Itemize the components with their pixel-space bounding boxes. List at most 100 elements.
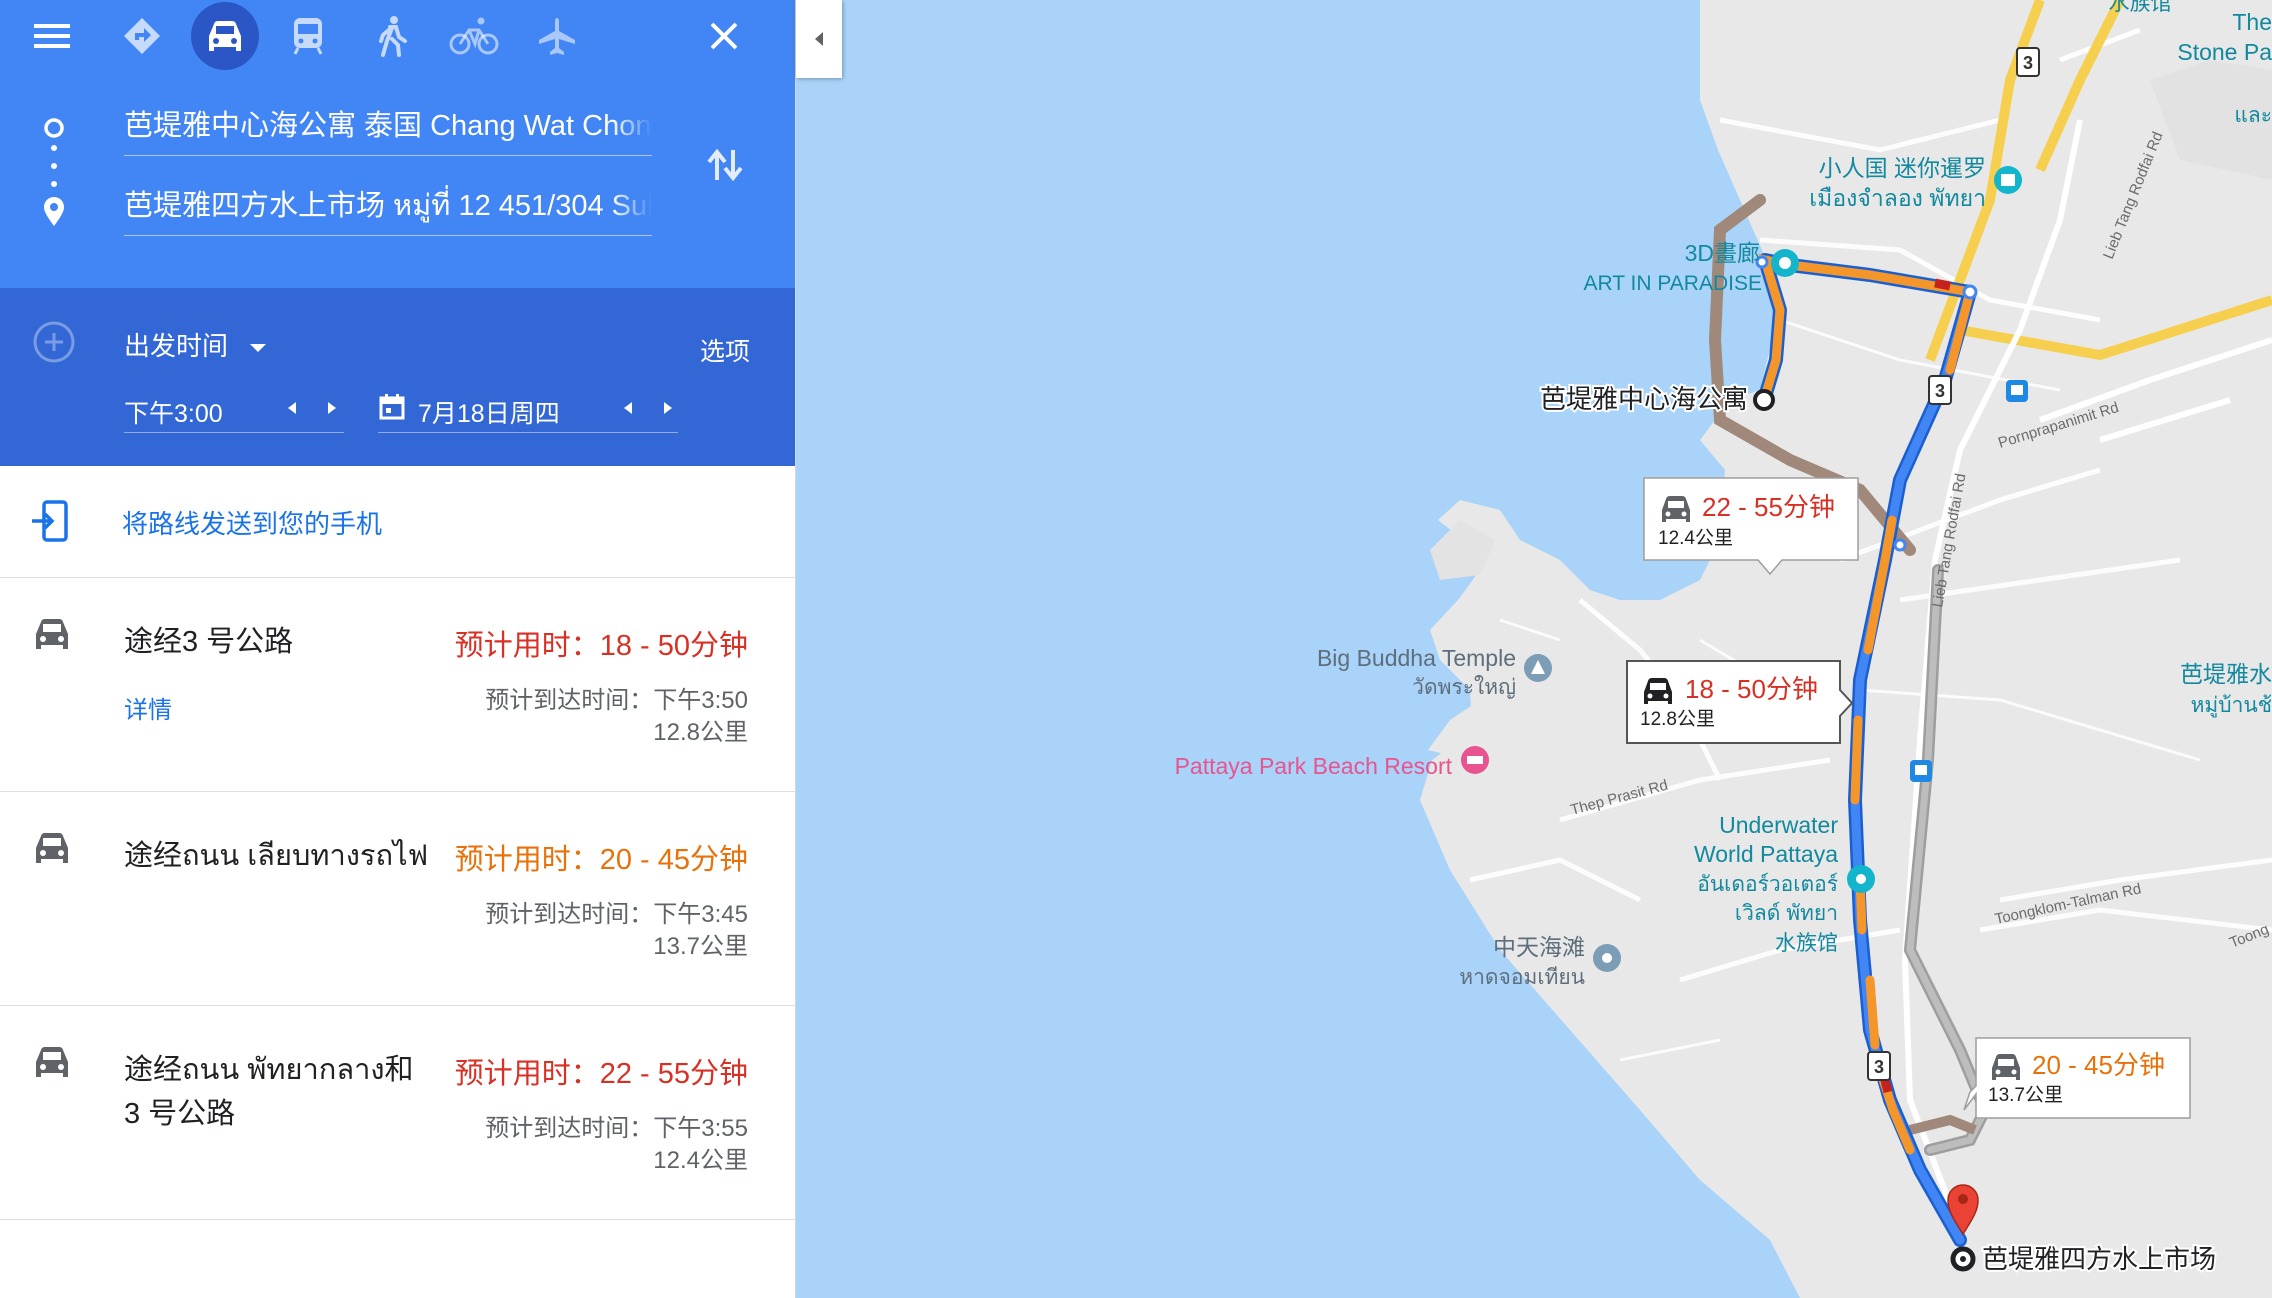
mode-flight-button[interactable]	[523, 2, 591, 70]
destination-input[interactable]: 芭堤雅四方水上市场 หมู่ที่ 12 451/304 Sukhumvit R…	[124, 182, 652, 236]
route-name: 途经ถนน เลียบทางรถไฟ	[124, 840, 429, 872]
route-option[interactable]: 途经ถนน พัทยากลาง和3 号公路 预计用时：22 - 55分钟 预计到…	[0, 1006, 795, 1220]
origin-dot-icon	[44, 118, 64, 138]
date-next-icon[interactable]	[662, 400, 674, 416]
poi-label: และ	[2234, 104, 2272, 127]
date-prev-icon[interactable]	[622, 400, 634, 416]
route-distance: 13.7公里	[653, 933, 748, 960]
poi-label: 水族馆	[1775, 932, 1838, 955]
poi-label: 3D畫廊	[1685, 240, 1760, 266]
menu-icon	[34, 24, 70, 48]
calendar-icon	[379, 394, 405, 420]
close-icon	[710, 22, 738, 50]
callout-distance: 12.8公里	[1640, 709, 1715, 730]
flight-mode-icon	[539, 18, 575, 55]
route-callout[interactable]: 18 - 50分钟 12.8公里	[1626, 660, 1854, 744]
route-option[interactable]: 途经ถนน เลียบทางรถไฟ 预计用时：20 - 45分钟 预计到达时间…	[0, 792, 795, 1006]
car-icon	[1644, 678, 1672, 704]
route-callout[interactable]: 20 - 45分钟 13.7公里	[1963, 1037, 2191, 1119]
poi-label: หาดจอมเทียน	[1459, 966, 1585, 989]
directions-mode-icon	[124, 18, 160, 54]
transit-stop-icon	[2006, 380, 2028, 402]
route-name: 途经ถนน พัทยากลาง和3 号公路	[124, 1054, 414, 1130]
origin-input[interactable]: 芭堤雅中心海公寓 泰国 Chang Wat Chon Buri	[124, 102, 652, 156]
send-to-phone-row[interactable]: 将路线发送到您的手机	[0, 466, 795, 578]
route-shield-label: 3	[1874, 1057, 1884, 1077]
callout-distance: 12.4公里	[1658, 528, 1733, 549]
callout-time: 22 - 55分钟	[1702, 492, 1835, 522]
route-arrival: 预计到达时间：下午3:45	[485, 901, 748, 928]
car-icon	[36, 833, 68, 863]
poi-art-icon	[1771, 249, 1799, 277]
route-dots-icon	[51, 145, 57, 187]
route-details-link[interactable]: 详情	[124, 690, 172, 725]
poi-beach-icon	[1593, 944, 1621, 972]
time-next-icon[interactable]	[326, 400, 338, 416]
route-shield-label: 3	[1935, 381, 1945, 401]
route-distance: 12.8公里	[653, 719, 748, 746]
route-name: 途经3 号公路	[124, 626, 294, 658]
poi-label: The	[2232, 9, 2272, 35]
depart-time-value[interactable]: 下午3:00	[124, 394, 223, 430]
mode-transit-button[interactable]	[274, 2, 342, 70]
send-to-phone-icon	[32, 500, 68, 542]
swap-button[interactable]	[700, 140, 750, 190]
callout-distance: 13.7公里	[1988, 1085, 2063, 1106]
depart-options: 出发时间 选项 下午3:00 7月18日周四	[0, 288, 795, 466]
poi-label: 水族馆	[2109, 0, 2172, 15]
route-callout[interactable]: 22 - 55分钟 12.4公里	[1643, 477, 1859, 576]
depart-type-select[interactable]: 出发时间	[124, 326, 267, 363]
route-arrival: 预计到达时间：下午3:50	[485, 687, 748, 714]
route-duration: 预计用时：18 - 50分钟	[454, 630, 748, 662]
options-button[interactable]: 选项	[700, 332, 750, 368]
mode-walking-button[interactable]	[357, 2, 425, 70]
car-icon	[1992, 1054, 2020, 1080]
dropdown-arrow-icon	[250, 344, 267, 353]
poi-label: อันเดอร์วอเตอร์	[1697, 872, 1838, 896]
mode-best-button[interactable]	[108, 2, 176, 70]
destination-pin-icon	[44, 197, 64, 226]
walk-mode-icon	[379, 16, 407, 57]
time-prev-icon[interactable]	[286, 400, 298, 416]
bike-mode-icon	[449, 17, 499, 55]
callout-time: 18 - 50分钟	[1685, 674, 1818, 704]
close-directions-button[interactable]	[690, 2, 758, 70]
destination-label: 芭堤雅四方水上市场	[1982, 1244, 2216, 1274]
swap-icon	[707, 148, 743, 182]
route-shield-label: 3	[2023, 53, 2033, 73]
poi-label: วัดพระใหญ่	[1412, 675, 1516, 699]
poi-aquarium-icon	[1847, 865, 1875, 893]
route-distance: 12.4公里	[653, 1147, 748, 1174]
send-to-phone-label[interactable]: 将路线发送到您的手机	[122, 504, 382, 541]
directions-header: 芭堤雅中心海公寓 泰国 Chang Wat Chon Buri 芭堤雅四方水上市…	[0, 0, 795, 288]
poi-hotel-icon	[1461, 746, 1489, 774]
poi-label: World Pattaya	[1694, 841, 1838, 867]
depart-date-value[interactable]: 7月18日周四	[418, 394, 560, 430]
chevron-left-icon	[815, 32, 823, 46]
poi-label: ART IN PARADISE	[1583, 272, 1762, 295]
poi-label: หมู่บ้านช้	[2191, 694, 2272, 718]
poi-label: Underwater	[1719, 812, 1838, 838]
transit-mode-icon	[293, 18, 323, 55]
route-duration: 预计用时：20 - 45分钟	[454, 844, 748, 876]
poi-label: เวิลด์ พัทยา	[1735, 901, 1838, 925]
add-stop-icon[interactable]	[32, 320, 76, 364]
poi-label: 芭堤雅水	[2180, 661, 2272, 687]
menu-button[interactable]	[18, 2, 86, 70]
poi-label: 中天海滩	[1493, 934, 1585, 960]
mode-driving-button[interactable]	[191, 2, 259, 70]
route-option[interactable]: 途经3 号公路 预计用时：18 - 50分钟 详情 预计到达时间：下午3:50 …	[0, 578, 795, 792]
car-mode-icon	[209, 21, 241, 51]
car-icon	[36, 619, 68, 649]
poi-label: เมืองจำลอง พัทยา	[1809, 185, 1986, 211]
poi-label: Pattaya Park Beach Resort	[1175, 753, 1453, 779]
route-duration: 预计用时：22 - 55分钟	[454, 1058, 748, 1090]
transit-stop-icon	[1910, 760, 1932, 782]
poi-temple-icon	[1524, 654, 1552, 682]
car-icon	[36, 1047, 68, 1077]
collapse-panel-button[interactable]	[796, 0, 842, 78]
mode-cycling-button[interactable]	[440, 2, 508, 70]
car-icon	[1662, 496, 1690, 522]
origin-label: 芭堤雅中心海公寓	[1540, 384, 1748, 414]
poi-label: Big Buddha Temple	[1317, 645, 1516, 671]
